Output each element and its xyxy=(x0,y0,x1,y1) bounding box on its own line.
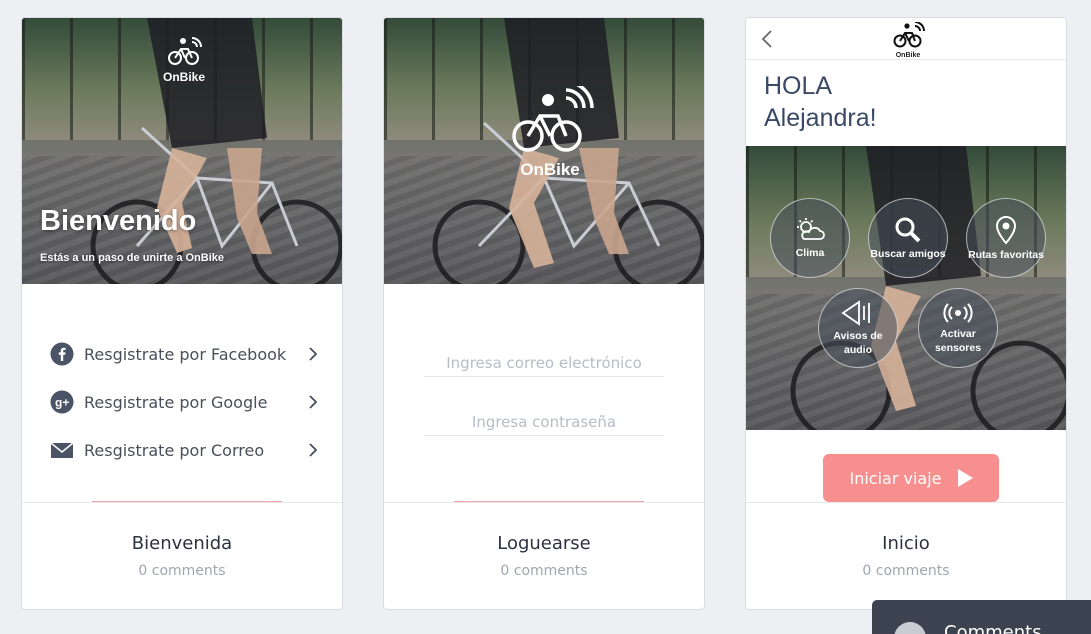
svg-text:g+: g+ xyxy=(55,396,69,410)
card-bienvenida[interactable]: OnBike Bienvenido Estás a un paso de uni… xyxy=(21,17,343,610)
start-trip-button[interactable]: Iniciar viaje xyxy=(823,454,999,502)
email-field[interactable] xyxy=(424,354,664,377)
avatar xyxy=(894,622,926,634)
start-trip-label: Iniciar viaje xyxy=(849,468,942,488)
audio-alerts-label: Avisos de audio xyxy=(833,329,883,356)
card-footer: Loguearse 0 comments xyxy=(384,502,704,609)
onbike-logo: OnBike xyxy=(888,21,928,59)
favorite-routes-label: Rutas favoritas xyxy=(968,248,1044,261)
register-google-label: Resgistrate por Google xyxy=(84,392,268,412)
card-loguearse[interactable]: OnBike Loguearse 0 comments xyxy=(383,17,705,610)
bike-logo-icon xyxy=(893,21,925,48)
card-title[interactable]: Inicio xyxy=(746,533,1066,554)
card-footer: Bienvenida 0 comments xyxy=(22,502,342,609)
activate-sensors-label: Activar sensores xyxy=(934,327,982,354)
chevron-right-icon xyxy=(309,443,318,457)
welcome-title: Bienvenido xyxy=(40,205,197,237)
comments-count[interactable]: 0 comments xyxy=(746,563,1066,579)
google-plus-icon: g+ xyxy=(50,390,74,414)
chevron-right-icon xyxy=(309,395,318,409)
register-facebook-label: Resgistrate por Facebook xyxy=(84,344,287,364)
password-field[interactable] xyxy=(424,413,664,436)
weather-label: Clima xyxy=(795,246,825,259)
greeting-line-1: HOLA xyxy=(764,72,833,100)
greeting: HOLA Alejandra! xyxy=(764,70,877,134)
card-title[interactable]: Loguearse xyxy=(384,533,704,554)
brand-name: OnBike xyxy=(520,160,580,179)
envelope-icon xyxy=(50,438,74,462)
register-email-option[interactable]: Resgistrate por Correo xyxy=(50,426,320,474)
register-google-option[interactable]: g+ Resgistrate por Google xyxy=(50,378,320,426)
play-icon xyxy=(957,469,973,487)
cyclist-illustration xyxy=(790,146,1066,430)
favorite-routes-button[interactable]: Rutas favoritas xyxy=(966,198,1046,278)
hero-image-cyclist: Clima Buscar amigos Rutas favoritas Avis… xyxy=(746,146,1066,430)
card-title[interactable]: Bienvenida xyxy=(22,533,342,554)
nav-bar: OnBike xyxy=(746,18,1066,60)
register-email-label: Resgistrate por Correo xyxy=(84,440,265,460)
register-facebook-option[interactable]: Resgistrate por Facebook xyxy=(50,330,320,378)
find-friends-label: Buscar amigos xyxy=(870,247,946,260)
card-inicio[interactable]: OnBike HOLA Alejandra! Clima Buscar amig… xyxy=(745,17,1067,610)
hero-image-cyclist: OnBike Bienvenido Estás a un paso de uni… xyxy=(22,18,342,284)
audio-alerts-button[interactable]: Avisos de audio xyxy=(818,288,898,368)
comments-count[interactable]: 0 comments xyxy=(384,563,704,579)
bike-logo-icon xyxy=(168,37,202,65)
facebook-icon xyxy=(50,342,74,366)
search-icon xyxy=(895,217,921,242)
back-arrow-icon[interactable] xyxy=(760,29,776,49)
welcome-subtitle: Estás a un paso de unirte a OnBike xyxy=(40,252,224,264)
location-pin-icon xyxy=(995,215,1017,244)
comments-panel-label: Comments xyxy=(944,622,1042,634)
comments-count[interactable]: 0 comments xyxy=(22,563,342,579)
find-friends-button[interactable]: Buscar amigos xyxy=(868,198,948,278)
activate-sensors-button[interactable]: Activar sensores xyxy=(918,288,998,368)
onbike-logo: OnBike xyxy=(504,80,596,180)
card-footer: Inicio 0 comments xyxy=(746,502,1066,609)
weather-icon xyxy=(797,217,825,240)
greeting-name: Alejandra! xyxy=(764,104,877,132)
chevron-right-icon xyxy=(309,347,318,361)
brand-name: OnBike xyxy=(162,70,205,84)
audio-icon xyxy=(841,299,870,326)
weather-button[interactable]: Clima xyxy=(770,198,850,278)
comments-panel[interactable]: Comments xyxy=(872,600,1091,634)
register-options-list: Resgistrate por Facebook g+ Resgistrate … xyxy=(50,330,320,474)
brand-name: OnBike xyxy=(895,52,921,59)
signal-icon xyxy=(943,302,973,323)
onbike-logo: OnBike xyxy=(162,36,206,84)
hero-image-cyclist: OnBike xyxy=(384,18,704,284)
bike-logo-icon xyxy=(512,80,594,152)
